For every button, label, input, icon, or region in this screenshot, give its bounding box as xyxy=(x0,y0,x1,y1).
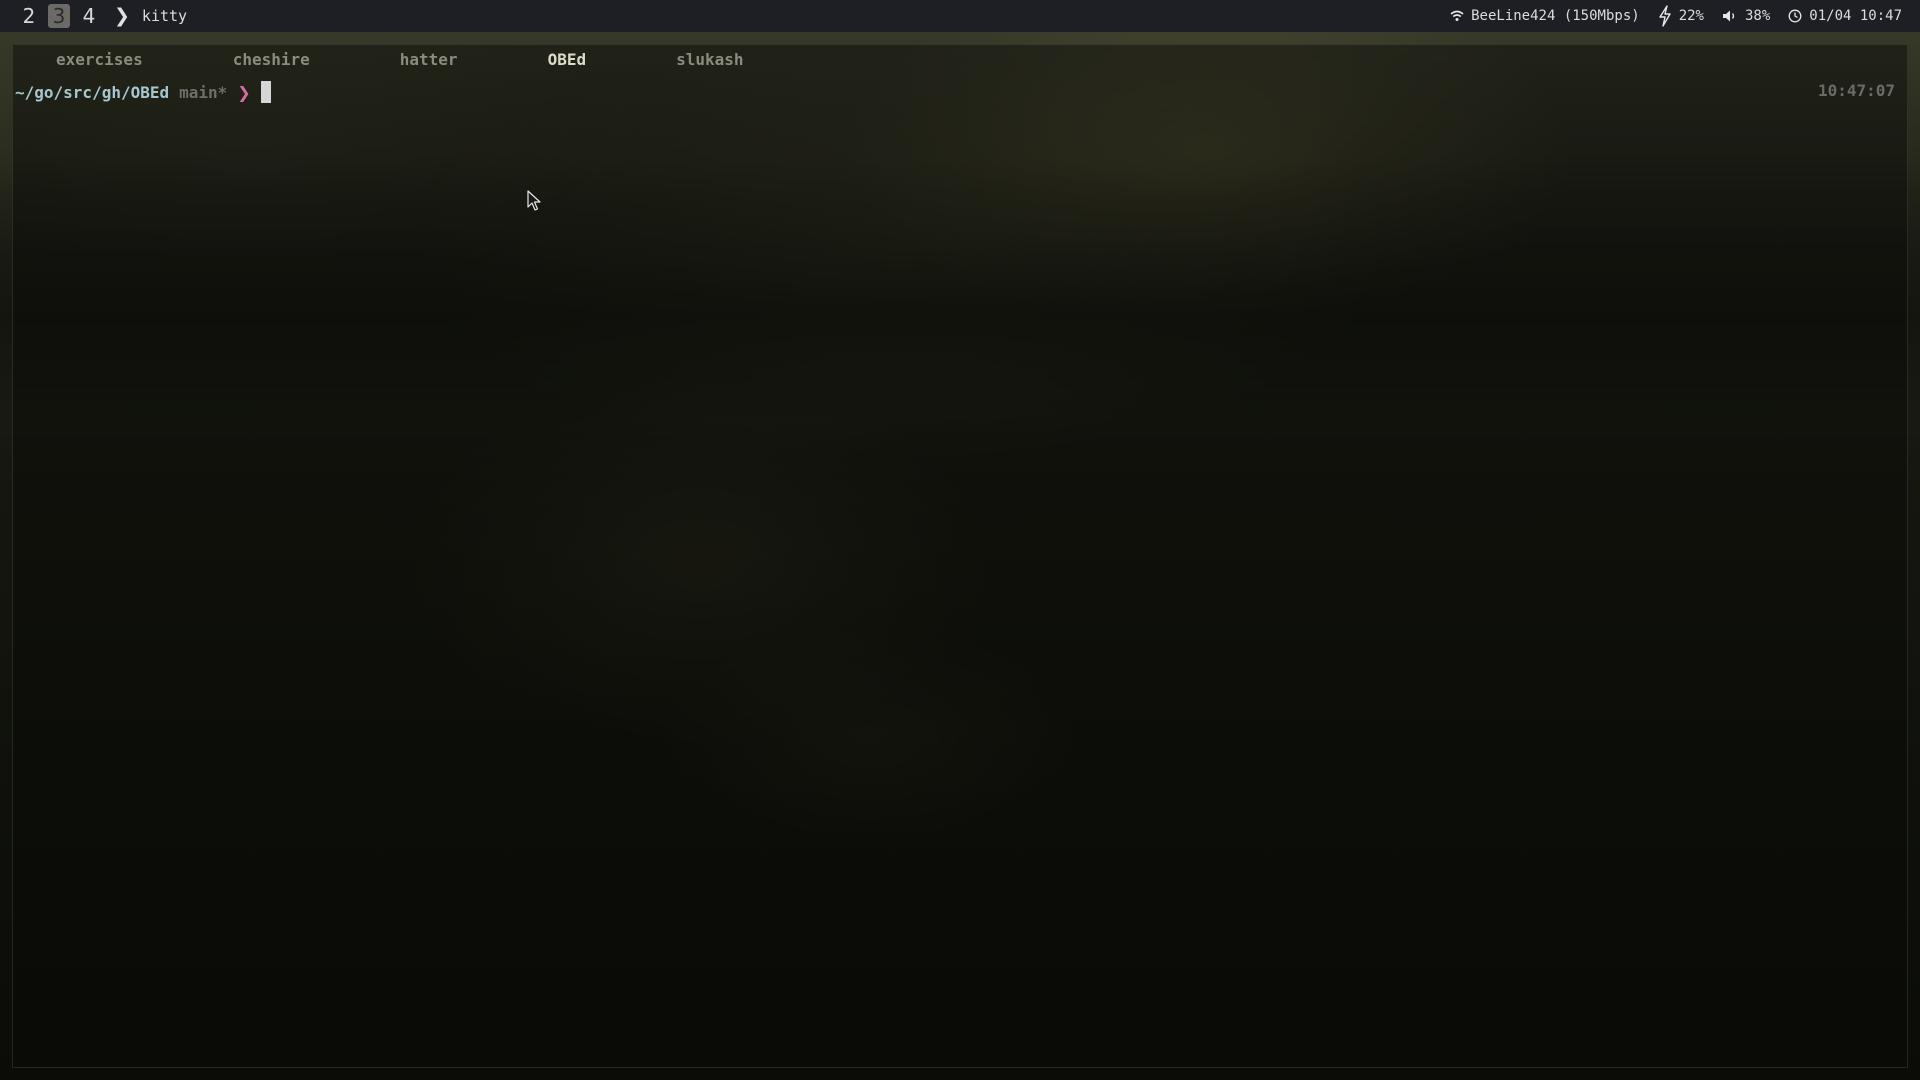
workspace-4[interactable]: 4 xyxy=(78,4,100,28)
prompt-right-time: 10:47:07 xyxy=(1817,81,1895,100)
battery-label: 22% xyxy=(1678,8,1704,24)
chevron-right-icon: ❯ xyxy=(114,5,130,27)
prompt-cwd: ~/go/src/gh/OBEd xyxy=(15,82,170,102)
wifi-icon xyxy=(1450,10,1464,22)
workspace-3-active[interactable]: 3 xyxy=(48,4,70,28)
tab-hatter[interactable]: hatter xyxy=(400,50,458,69)
volume-label: 38% xyxy=(1744,8,1771,24)
clock-icon xyxy=(1788,9,1802,23)
tab-obed-active[interactable]: OBEd xyxy=(548,50,587,69)
wifi-label: BeeLine424 (150Mbps) xyxy=(1471,8,1640,24)
workspace-switcher: 2 3 4 ❯ kitty xyxy=(18,0,187,32)
mouse-pointer-icon xyxy=(527,190,541,212)
tab-exercises[interactable]: exercises xyxy=(56,50,143,69)
clock-label: 01/04 10:47 xyxy=(1809,8,1902,24)
tab-cheshire[interactable]: cheshire xyxy=(233,50,310,69)
terminal-tab-bar: exercises cheshire hatter OBEd slukash xyxy=(13,45,1907,73)
volume-status[interactable]: 38% xyxy=(1722,8,1770,24)
prompt-git-branch: main* xyxy=(179,82,228,102)
text-cursor xyxy=(260,81,271,103)
clock-status[interactable]: 01/04 10:47 xyxy=(1788,8,1902,24)
wifi-status[interactable]: BeeLine424 (150Mbps) xyxy=(1450,8,1640,24)
prompt-symbol: ❯ xyxy=(237,82,251,102)
active-window-title: kitty xyxy=(141,7,188,25)
workspace-2[interactable]: 2 xyxy=(18,4,40,28)
lightning-icon xyxy=(1658,5,1672,27)
top-status-bar: 2 3 4 ❯ kitty BeeLine424 (150Mbps) 22% 3… xyxy=(0,0,1920,32)
shell-prompt[interactable]: ~/go/src/gh/OBEd main* ❯ 10:47:07 xyxy=(15,81,1895,103)
volume-icon xyxy=(1722,9,1738,23)
status-indicators: BeeLine424 (150Mbps) 22% 38% 01/04 10:47 xyxy=(1450,5,1902,27)
tab-slukash[interactable]: slukash xyxy=(676,50,743,69)
battery-status[interactable]: 22% xyxy=(1658,5,1704,27)
kitty-terminal-window[interactable]: exercises cheshire hatter OBEd slukash ~… xyxy=(12,44,1908,1068)
